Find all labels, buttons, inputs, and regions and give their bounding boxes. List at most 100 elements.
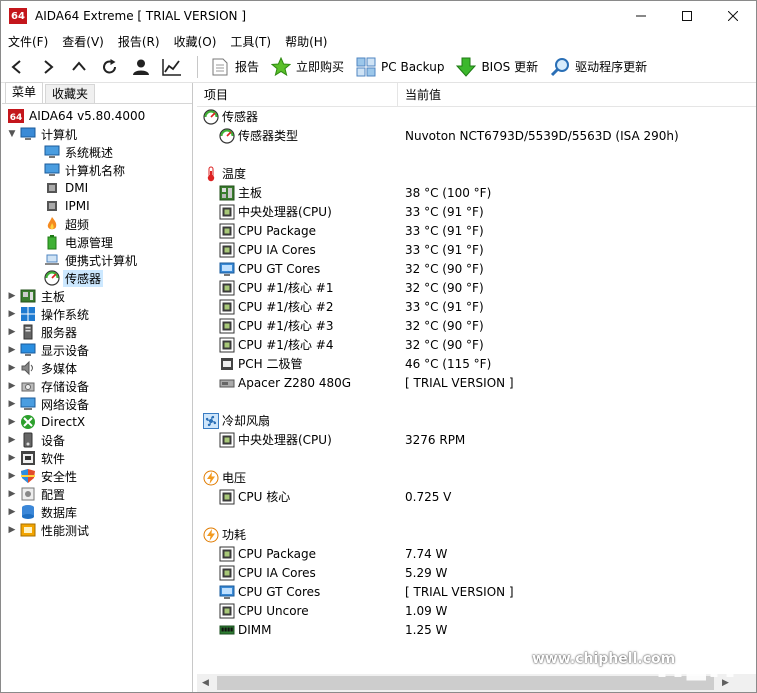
tree-group-network[interactable]: ▶ 网络设备 [2,395,192,413]
minimize-button[interactable] [618,1,664,31]
close-icon [728,11,738,21]
tree-group-label: 数据库 [41,505,78,520]
tab-menu[interactable]: 菜单 [5,82,44,103]
buy-now-button[interactable]: 立即购买 [265,53,350,81]
collapsed-arrow-icon[interactable]: ▶ [6,399,18,409]
sensor-row[interactable]: CPU GT Cores 32 °C (90 °F) [197,259,756,278]
section-fan[interactable]: 冷却风扇 [197,411,756,430]
scroll-thumb[interactable] [217,676,714,690]
menu-favorites[interactable]: 收藏(O) [167,33,224,50]
collapsed-arrow-icon[interactable]: ▶ [6,471,18,481]
menu-view[interactable]: 查看(V) [55,33,111,50]
server-icon [20,324,36,340]
tree-item-dmi[interactable]: DMI [2,179,192,197]
collapsed-arrow-icon[interactable]: ▶ [6,489,18,499]
sensor-row[interactable]: 主板 38 °C (100 °F) [197,183,756,202]
config-icon [20,486,36,502]
window-title: AIDA64 Extreme [ TRIAL VERSION ] [35,9,247,23]
sensor-name: CPU #1/核心 #2 [238,300,334,314]
sensor-row[interactable]: CPU Package 33 °C (91 °F) [197,221,756,240]
collapsed-arrow-icon[interactable]: ▶ [6,525,18,535]
sensor-row[interactable]: CPU #1/核心 #1 32 °C (90 °F) [197,278,756,297]
tree-item-computer-name[interactable]: 计算机名称 [2,161,192,179]
collapsed-arrow-icon[interactable]: ▶ [6,417,18,427]
sensor-row[interactable]: CPU Package 7.74 W [197,544,756,563]
collapsed-arrow-icon[interactable]: ▶ [6,309,18,319]
computer-children: 系统概述 计算机名称 DMI IPMI 超频 电源管理 便携式计算机 传感器 [2,143,192,287]
collapsed-arrow-icon[interactable]: ▶ [6,345,18,355]
sensor-row[interactable]: 中央处理器(CPU) 3276 RPM [197,430,756,449]
report-button[interactable]: 报告 [204,53,265,81]
sensor-row[interactable]: PCH 二极管 46 °C (115 °F) [197,354,756,373]
sensor-row[interactable]: CPU #1/核心 #3 32 °C (90 °F) [197,316,756,335]
graph-button[interactable] [156,53,187,81]
tree-item-portable-computer[interactable]: 便携式计算机 [2,251,192,269]
tree-group-multimedia[interactable]: ▶ 多媒体 [2,359,192,377]
forward-button[interactable] [32,53,63,81]
tree-group-storage[interactable]: ▶ 存储设备 [2,377,192,395]
menu-report[interactable]: 报告(R) [111,33,167,50]
expanded-arrow-icon[interactable]: ▼ [6,129,18,139]
tree-group-server[interactable]: ▶ 服务器 [2,323,192,341]
tree-group-label: 配置 [41,487,66,502]
tree-group-devices[interactable]: ▶ 设备 [2,431,192,449]
tree-group-benchmark[interactable]: ▶ 性能测试 [2,521,192,539]
tree-group-software[interactable]: ▶ 软件 [2,449,192,467]
column-item[interactable]: 项目 [197,82,398,107]
tree-group-display[interactable]: ▶ 显示设备 [2,341,192,359]
sensor-name: CPU Package [238,223,316,238]
bios-update-button[interactable]: BIOS 更新 [450,53,544,81]
maximize-button[interactable] [664,1,710,31]
menu-tools[interactable]: 工具(T) [223,33,278,50]
sensor-row[interactable]: 传感器类型 Nuvoton NCT6793D/5539D/5563D (ISA 2… [197,126,756,145]
sensor-row[interactable]: 中央处理器(CPU) 33 °C (91 °F) [197,202,756,221]
tree-group-config[interactable]: ▶ 配置 [2,485,192,503]
pc-backup-button[interactable]: PC Backup [350,53,450,81]
section-temperature[interactable]: 温度 [197,164,756,183]
menu-file[interactable]: 文件(F) [1,33,55,50]
tree-item-overclock[interactable]: 超频 [2,215,192,233]
sensor-row[interactable]: CPU 核心 0.725 V [197,487,756,506]
up-button[interactable] [63,53,94,81]
menu-help[interactable]: 帮助(H) [278,33,334,50]
tree-item-ipmi[interactable]: IPMI [2,197,192,215]
sensor-name: 中央处理器(CPU) [238,205,332,219]
section-sensor[interactable]: 传感器 [197,107,756,126]
section-header: 冷却风扇 [197,412,404,429]
sensor-name: 中央处理器(CPU) [238,433,332,447]
tree-group-database[interactable]: ▶ 数据库 [2,503,192,521]
xbox-icon [20,414,36,430]
collapsed-arrow-icon[interactable]: ▶ [6,381,18,391]
collapsed-arrow-icon[interactable]: ▶ [6,435,18,445]
collapsed-arrow-icon[interactable]: ▶ [6,507,18,517]
tree-group-os[interactable]: ▶ 操作系统 [2,305,192,323]
tree-item-system-overview[interactable]: 系统概述 [2,143,192,161]
collapsed-arrow-icon[interactable]: ▶ [6,453,18,463]
refresh-button[interactable] [94,53,125,81]
tree-item-sensor[interactable]: 传感器 [2,269,192,287]
chip-icon [44,198,60,214]
section-voltage[interactable]: 电压 [197,468,756,487]
sensor-row[interactable]: CPU #1/核心 #2 33 °C (91 °F) [197,297,756,316]
close-button[interactable] [710,1,756,31]
sensor-row[interactable]: CPU #1/核心 #4 32 °C (90 °F) [197,335,756,354]
sensor-row[interactable]: CPU IA Cores 33 °C (91 °F) [197,240,756,259]
tab-favorites[interactable]: 收藏夹 [45,84,96,103]
user-button[interactable] [125,53,156,81]
sensor-row[interactable]: Apacer Z280 480G [ TRIAL VERSION ] [197,373,756,392]
cpu-chip-icon [219,565,235,581]
tree-computer[interactable]: ▼ 计算机 [2,125,192,143]
scroll-left-icon[interactable]: ◀ [197,674,214,692]
driver-update-button[interactable]: 驱动程序更新 [544,53,653,81]
tree-group-security[interactable]: ▶ 安全性 [2,467,192,485]
collapsed-arrow-icon[interactable]: ▶ [6,363,18,373]
column-value[interactable]: 当前值 [398,83,441,107]
collapsed-arrow-icon[interactable]: ▶ [6,291,18,301]
tree-item-power-management[interactable]: 电源管理 [2,233,192,251]
tree-root[interactable]: 64 AIDA64 v5.80.4000 [2,107,192,125]
tree-group-motherboard[interactable]: ▶ 主板 [2,287,192,305]
back-button[interactable] [1,53,32,81]
section-power[interactable]: 功耗 [197,525,756,544]
tree-group-directx[interactable]: ▶ DirectX [2,413,192,431]
collapsed-arrow-icon[interactable]: ▶ [6,327,18,337]
